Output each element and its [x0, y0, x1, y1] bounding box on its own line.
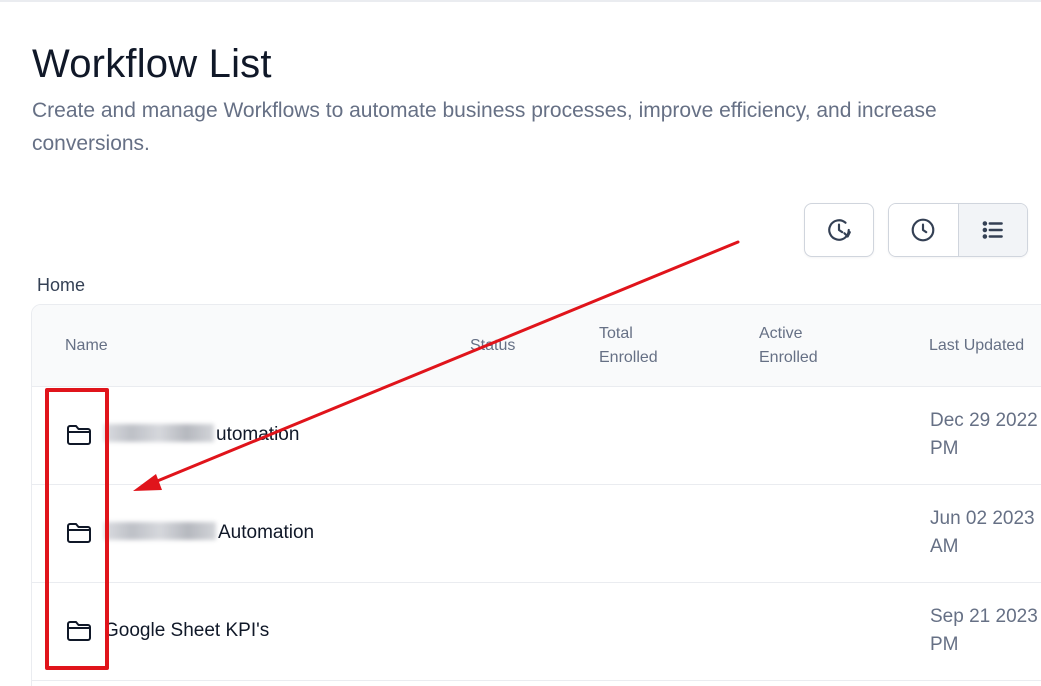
active-header-line2: Enrolled — [759, 349, 818, 366]
table-header: Name Status Total Enrolled Active Enroll… — [32, 305, 1041, 387]
last-updated-cell: Dec 29 2022 PM — [930, 407, 1038, 463]
column-header-active-enrolled[interactable]: Active Enrolled — [759, 322, 818, 370]
date-line1: Dec 29 2022 — [930, 410, 1038, 431]
history-icon — [828, 219, 851, 241]
total-header-line1: Total — [599, 325, 633, 342]
workflow-list-page: Workflow List Create and manage Workflow… — [0, 0, 1041, 686]
date-line2: PM — [930, 634, 959, 655]
history-button[interactable] — [804, 203, 874, 257]
last-updated-cell: Sep 21 2023 PM — [930, 603, 1038, 659]
date-line1: Sep 21 2023 — [930, 606, 1038, 627]
page-title: Workflow List — [32, 42, 272, 86]
total-header-line2: Enrolled — [599, 349, 658, 366]
folder-name-text: Automation — [218, 522, 315, 543]
view-toggle-group — [888, 203, 1028, 257]
list-view-button[interactable] — [957, 204, 1027, 256]
redacted-text — [104, 424, 214, 442]
column-header-name[interactable]: Name — [65, 334, 108, 358]
date-line1: Jun 02 2023 — [930, 508, 1035, 529]
active-header-line1: Active — [759, 325, 803, 342]
workflow-folder-name[interactable]: Automation — [104, 522, 314, 544]
column-header-last-updated[interactable]: Last Updated — [929, 334, 1024, 358]
workflow-folder-name[interactable]: utomation — [104, 424, 299, 446]
date-line2: AM — [930, 536, 959, 557]
clock-view-button[interactable] — [889, 204, 958, 256]
workflow-table: Name Status Total Enrolled Active Enroll… — [31, 304, 1041, 686]
top-divider — [0, 0, 1041, 2]
date-line2: PM — [930, 438, 959, 459]
list-icon — [982, 221, 1003, 239]
page-subtitle: Create and manage Workflows to automate … — [32, 99, 937, 155]
clock-icon — [911, 218, 935, 242]
table-row[interactable]: utomation Dec 29 2022 PM — [32, 387, 1041, 485]
redacted-text — [104, 522, 216, 540]
workflow-folder-name[interactable]: Google Sheet KPI's — [104, 620, 269, 642]
last-updated-cell: Jun 02 2023 AM — [930, 505, 1035, 561]
table-row[interactable]: Automation Jun 02 2023 AM — [32, 485, 1041, 583]
breadcrumb-home[interactable]: Home — [37, 275, 85, 296]
folder-name-text: utomation — [216, 424, 300, 445]
column-header-total-enrolled[interactable]: Total Enrolled — [599, 322, 658, 370]
table-row[interactable]: Google Sheet KPI's Sep 21 2023 PM — [32, 583, 1041, 681]
column-header-status[interactable]: Status — [470, 334, 515, 358]
annotation-highlight-box — [45, 388, 109, 670]
